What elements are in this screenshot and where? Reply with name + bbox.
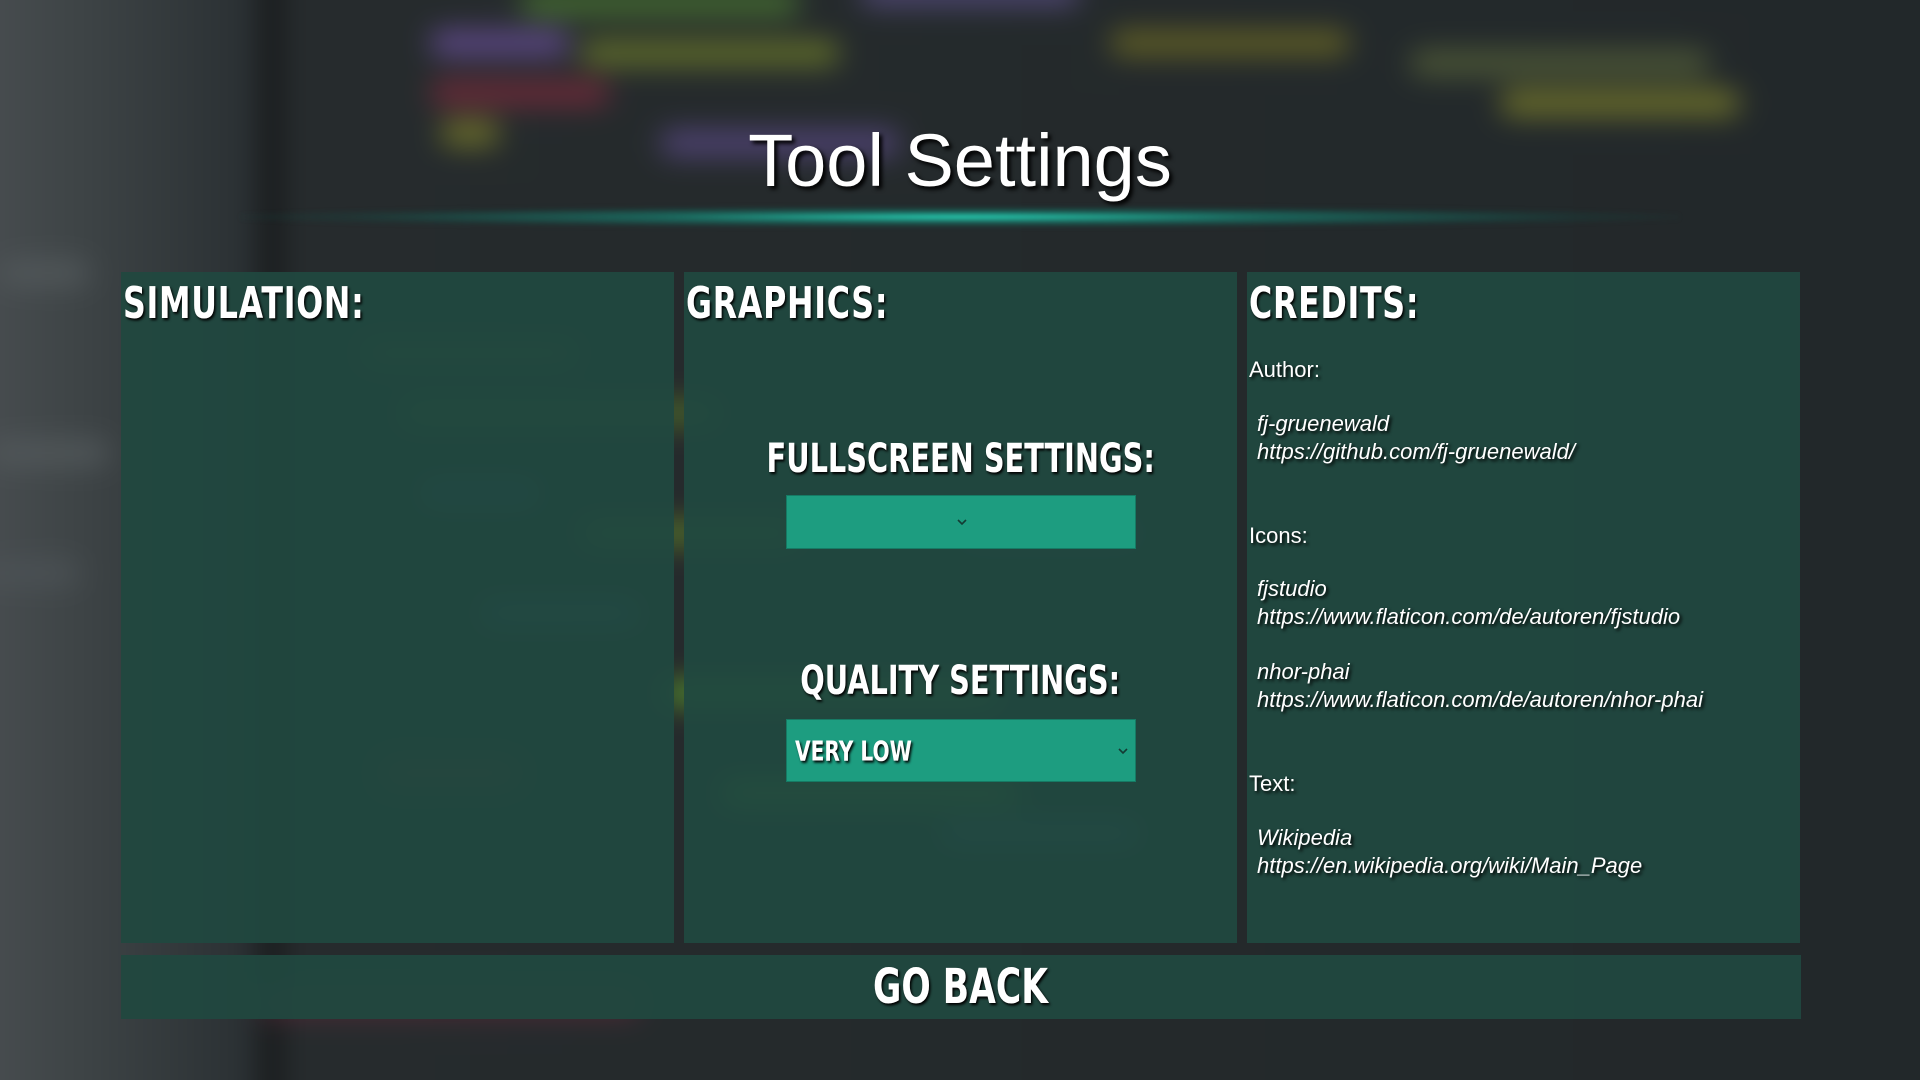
simulation-panel: SIMULATION: (121, 272, 674, 943)
icon-credit-url: https://www.flaticon.com/de/autoren/fjst… (1257, 604, 1681, 629)
page-title: Tool Settings (748, 119, 1172, 202)
text-credit: Wikipedia https://en.wikipedia.org/wiki/… (1257, 824, 1642, 880)
icon-credit-name: nhor-phai (1257, 659, 1350, 684)
icon-credit-name: fjstudio (1257, 576, 1327, 601)
graphics-panel: GRAPHICS: FULLSCREEN SETTINGS: QUALITY S… (684, 272, 1237, 943)
go-back-button[interactable]: GO BACK (121, 955, 1801, 1019)
chevron-down-icon (1118, 747, 1128, 754)
title-underline-glow (240, 206, 1680, 228)
author-name: fj-gruenewald (1257, 411, 1390, 436)
simulation-heading: SIMULATION: (123, 278, 365, 329)
text-credit-url: https://en.wikipedia.org/wiki/Main_Page (1257, 853, 1643, 878)
chevron-down-icon (957, 519, 967, 526)
quality-settings-label: QUALITY SETTINGS: (684, 658, 1237, 704)
icon-credit-url: https://www.flaticon.com/de/autoren/nhor… (1257, 687, 1703, 712)
text-credit-name: Wikipedia (1257, 825, 1353, 850)
quality-settings-dropdown[interactable]: VERY LOW (786, 719, 1136, 782)
fullscreen-settings-dropdown[interactable] (786, 495, 1136, 549)
credits-heading: CREDITS: (1249, 278, 1420, 329)
author-credit: fj-gruenewald https://github.com/fj-grue… (1257, 410, 1575, 466)
graphics-heading: GRAPHICS: (686, 278, 889, 329)
quality-settings-label-text: QUALITY SETTINGS: (800, 658, 1121, 704)
fullscreen-settings-label-text: FULLSCREEN SETTINGS: (766, 436, 1155, 482)
credits-panel: CREDITS: Author: fj-gruenewald https://g… (1247, 272, 1800, 943)
icons-label: Icons: (1249, 523, 1308, 548)
fullscreen-settings-label: FULLSCREEN SETTINGS: (684, 436, 1237, 482)
icon-credit-fjstudio: fjstudio https://www.flaticon.com/de/aut… (1257, 575, 1680, 631)
quality-settings-value: VERY LOW (795, 734, 912, 767)
author-url: https://github.com/fj-gruenewald/ (1257, 439, 1575, 464)
icon-credit-nhor-phai: nhor-phai https://www.flaticon.com/de/au… (1257, 658, 1703, 714)
text-label: Text: (1249, 771, 1296, 796)
author-label: Author: (1249, 357, 1320, 382)
go-back-label: GO BACK (873, 959, 1049, 1015)
